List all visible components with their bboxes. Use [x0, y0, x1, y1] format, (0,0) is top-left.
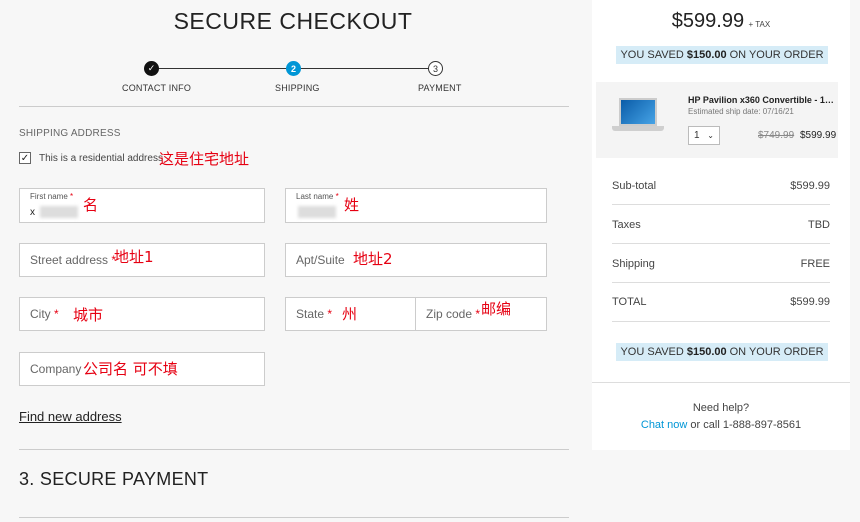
street-address-placeholder: Street address *: [30, 253, 117, 267]
help-contact: Chat now or call 1-888-897-8561: [592, 419, 850, 431]
step-payment-marker: 3: [428, 61, 443, 76]
product-old-price: $749.99: [758, 130, 795, 141]
residential-checkbox-row[interactable]: ✓ This is a residential address: [19, 152, 163, 164]
annotation-zip: 邮编: [481, 300, 512, 318]
divider: [19, 517, 569, 518]
first-name-value: x: [30, 207, 35, 218]
cart-product: HP Pavilion x360 Convertible - 15t... Es…: [596, 82, 838, 158]
zip-code-placeholder: Zip code *: [426, 307, 481, 321]
product-name[interactable]: HP Pavilion x360 Convertible - 15t...: [688, 95, 834, 105]
residential-checkbox[interactable]: ✓: [19, 152, 31, 164]
help-title: Need help?: [692, 402, 750, 414]
taxes-row: Taxes TBD: [612, 219, 830, 231]
divider: [612, 204, 830, 205]
annotation-apt: 地址2: [353, 250, 393, 268]
annotation-city: 城市: [73, 306, 104, 324]
savings-banner: YOU SAVED $150.00 ON YOUR ORDER: [616, 46, 828, 64]
redacted-value: [40, 206, 78, 218]
divider: [19, 449, 569, 450]
step-payment-label: PAYMENT: [418, 83, 462, 93]
step-shipping-marker: 2: [286, 61, 301, 76]
annotation-last-name: 姓: [344, 196, 360, 214]
total-row: TOTAL $599.99: [612, 296, 830, 308]
secure-payment-heading[interactable]: 3. SECURE PAYMENT: [19, 469, 208, 490]
summary-total: $599.99 + TAX: [592, 10, 850, 33]
apt-suite-field[interactable]: Apt/Suite: [285, 243, 547, 277]
quantity-select[interactable]: 1 ⌄: [688, 126, 720, 145]
company-placeholder: Company: [30, 362, 82, 376]
page-title: SECURE CHECKOUT: [173, 8, 413, 34]
quantity-value: 1: [694, 130, 700, 141]
chevron-down-icon: ⌄: [707, 131, 714, 140]
summary-total-amount: $599.99: [671, 10, 745, 32]
divider: [612, 282, 830, 283]
divider: [592, 382, 850, 383]
first-name-field[interactable]: First name * x: [19, 188, 265, 223]
divider: [612, 243, 830, 244]
first-name-label: First name *: [30, 192, 74, 201]
step-contact-check-icon[interactable]: ✓: [144, 61, 159, 76]
shipping-address-heading: SHIPPING ADDRESS: [19, 128, 121, 139]
redacted-value: [298, 206, 336, 218]
product-ship-date: Estimated ship date: 07/16/21: [688, 107, 794, 116]
checkout-stepper: ✓ 2 3 CONTACT INFO SHIPPING PAYMENT: [100, 60, 500, 100]
annotation-company: 公司名 可不填: [83, 360, 178, 378]
state-placeholder: State *: [296, 307, 333, 321]
find-new-address-link[interactable]: Find new address: [19, 409, 122, 424]
city-placeholder: City *: [30, 307, 59, 321]
annotation-state: 州: [342, 305, 358, 323]
annotation-street: 地址1: [114, 248, 154, 266]
divider: [612, 321, 830, 322]
chat-now-link[interactable]: Chat now: [641, 419, 687, 431]
checkout-main: SECURE CHECKOUT ✓ 2 3 CONTACT INFO SHIPP…: [0, 0, 586, 522]
call-text: or call 1-888-897-8561: [690, 419, 802, 431]
step-contact-label[interactable]: CONTACT INFO: [122, 83, 191, 93]
product-price: $599.99: [800, 130, 837, 141]
last-name-label: Last name *: [296, 192, 339, 201]
laptop-product-image[interactable]: [612, 98, 664, 138]
summary-tax-note: + TAX: [748, 20, 771, 29]
divider: [19, 106, 569, 107]
stepper-line: [300, 68, 436, 69]
step-shipping-label: SHIPPING: [275, 83, 320, 93]
shipping-row: Shipping FREE: [612, 258, 830, 270]
city-field[interactable]: City *: [19, 297, 265, 331]
residential-label: This is a residential address: [39, 152, 163, 164]
annotation-residential: 这是住宅地址: [159, 150, 250, 168]
subtotal-row: Sub-total $599.99: [612, 180, 830, 192]
apt-suite-placeholder: Apt/Suite: [296, 253, 345, 267]
last-name-field[interactable]: Last name *: [285, 188, 547, 223]
savings-banner: YOU SAVED $150.00 ON YOUR ORDER: [616, 343, 828, 361]
stepper-line: [152, 68, 294, 69]
annotation-first-name: 名: [83, 196, 99, 214]
